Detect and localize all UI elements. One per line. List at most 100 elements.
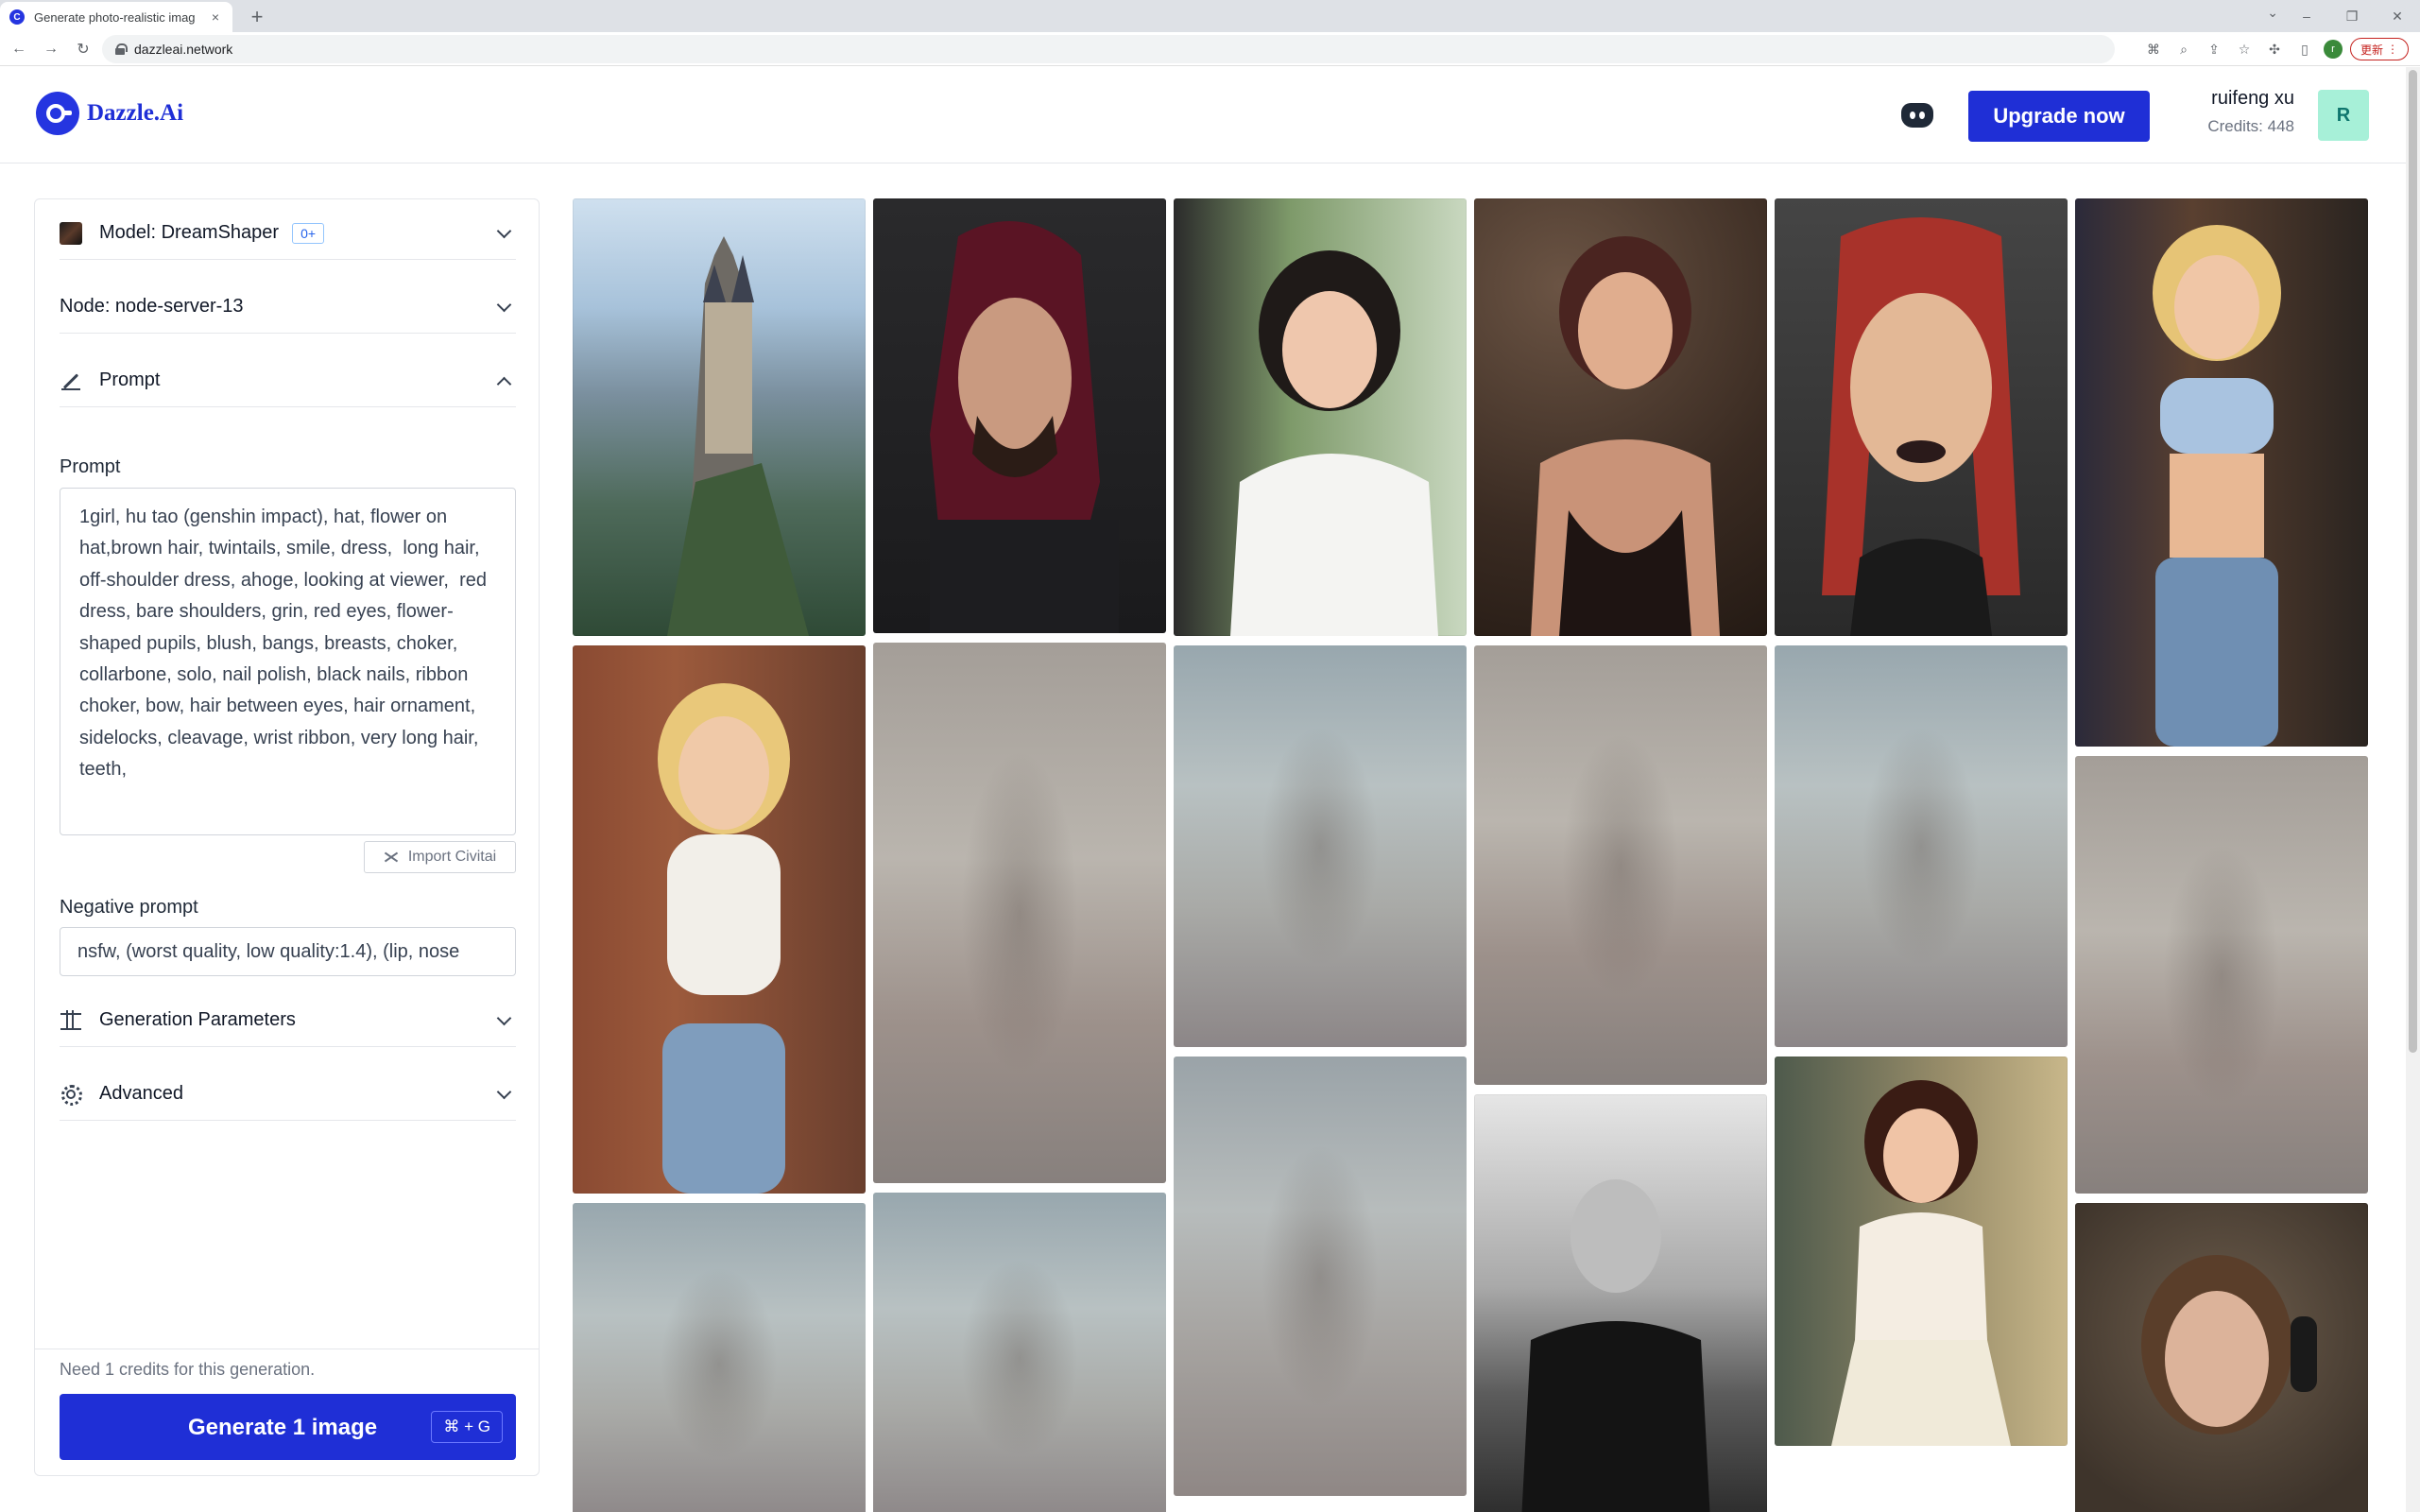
man-figure xyxy=(930,221,1119,633)
chevron-down-icon[interactable] xyxy=(493,1009,516,1032)
woman-figure xyxy=(2141,1255,2317,1435)
zoom-icon[interactable]: ⌕ xyxy=(2172,38,2195,60)
avatar[interactable]: R xyxy=(2318,90,2369,141)
more-icon: ⋮ xyxy=(2387,43,2398,56)
tab-title: Generate photo-realistic imag xyxy=(34,9,196,25)
browser-tabstrip: C Generate photo-realistic imag × + ⌄ – … xyxy=(0,0,2420,32)
browser-toolbar: ← → ↻ dazzleai.network ⌘ ⌕ ⇪ ☆ ✣ ▯ r 更新 ⋮ xyxy=(0,32,2420,66)
red-haired-man-image[interactable] xyxy=(873,198,1166,633)
upgrade-button[interactable]: Upgrade now xyxy=(1968,91,2150,142)
negative-prompt-input[interactable] xyxy=(60,927,516,976)
woman-figure xyxy=(658,683,790,1194)
address-bar[interactable]: dazzleai.network xyxy=(102,35,2115,63)
profile-icon[interactable]: r xyxy=(2323,40,2343,59)
blurred-image[interactable] xyxy=(2075,756,2368,1194)
translate-icon[interactable]: ⌘ xyxy=(2142,38,2165,60)
discord-icon[interactable] xyxy=(1901,103,1933,128)
model-selector[interactable]: Model: DreamShaper 0+ xyxy=(60,207,516,260)
blurred-image[interactable] xyxy=(1775,645,2068,1047)
generation-parameters-label: Generation Parameters xyxy=(99,1009,296,1030)
bookmark-star-icon[interactable]: ☆ xyxy=(2233,38,2256,60)
chevron-down-icon[interactable] xyxy=(493,1083,516,1106)
castle-illustration xyxy=(667,236,809,636)
chevron-down-icon[interactable] xyxy=(493,296,516,318)
blurred-image[interactable] xyxy=(873,643,1166,1183)
dazzle-logo-icon xyxy=(36,92,79,135)
blurred-image[interactable] xyxy=(1474,645,1767,1085)
chevron-up-icon[interactable] xyxy=(493,369,516,392)
scrollbar-thumb[interactable] xyxy=(2409,70,2417,1053)
woman-figure xyxy=(2153,225,2281,747)
blurred-image[interactable] xyxy=(573,1203,866,1512)
import-civitai-button[interactable]: Import Civitai xyxy=(364,841,516,873)
reload-icon[interactable]: ↻ xyxy=(70,36,96,62)
generation-parameters-section[interactable]: Generation Parameters xyxy=(60,994,516,1047)
share-icon[interactable]: ⇪ xyxy=(2203,38,2225,60)
credits-note: Need 1 credits for this generation. xyxy=(60,1360,316,1379)
sliders-icon xyxy=(60,1009,82,1032)
update-button[interactable]: 更新 ⋮ xyxy=(2349,38,2409,60)
prompt-field-label: Prompt xyxy=(60,456,121,477)
credits-count: Credits: 448 xyxy=(2207,117,2294,135)
generation-panel: Model: DreamShaper 0+ Node: node-server-… xyxy=(34,198,540,1476)
blurred-image[interactable] xyxy=(1174,645,1467,1047)
app-header: Dazzle.Ai Upgrade now ruifeng xu Credits… xyxy=(0,67,2406,163)
castle-image[interactable] xyxy=(573,198,866,636)
new-tab-button[interactable]: + xyxy=(244,4,270,30)
import-civitai-label: Import Civitai xyxy=(407,849,497,865)
user-name: ruifeng xu xyxy=(2211,88,2294,109)
bald-man-beach-image[interactable] xyxy=(1474,1094,1767,1512)
prompt-section-header[interactable]: Prompt xyxy=(60,354,516,407)
browser-extensions: ⌘ ⌕ ⇪ ☆ ✣ ▯ r 更新 ⋮ xyxy=(2142,35,2409,63)
prompt-textarea[interactable]: 1girl, hu tao (genshin impact), hat, flo… xyxy=(60,488,516,835)
blurred-image[interactable] xyxy=(1174,1057,1467,1496)
blonde-street-woman-image[interactable] xyxy=(2075,198,2368,747)
minimize-icon[interactable]: – xyxy=(2284,0,2329,32)
blonde-brick-wall-woman-image[interactable] xyxy=(573,645,866,1194)
lock-icon[interactable] xyxy=(115,43,128,55)
man-figure xyxy=(1521,1179,1710,1512)
negative-prompt-label: Negative prompt xyxy=(60,897,198,918)
window-controls: – ❐ ✕ xyxy=(2284,0,2420,32)
model-selector-label: Model: DreamShaper 0+ xyxy=(99,222,493,244)
browser-tab[interactable]: C Generate photo-realistic imag × xyxy=(0,2,232,32)
woman-figure xyxy=(1831,1080,2011,1446)
pinup-woman-image[interactable] xyxy=(1775,1057,2068,1446)
woman-figure xyxy=(1531,236,1720,636)
woman-figure xyxy=(1230,250,1438,636)
red-hair-portrait-image[interactable] xyxy=(1775,198,2068,636)
extensions-puzzle-icon[interactable]: ✣ xyxy=(2263,38,2286,60)
side-panel-icon[interactable]: ▯ xyxy=(2293,38,2316,60)
dazzle-favicon-icon: C xyxy=(9,9,25,25)
shortcut-badge: ⌘ + G xyxy=(431,1411,503,1443)
headphones-woman-image[interactable] xyxy=(2075,1203,2368,1512)
logo-text: Dazzle.Ai xyxy=(87,100,184,126)
braided-woman-image[interactable] xyxy=(1474,198,1767,636)
restore-icon[interactable]: ❐ xyxy=(2329,0,2375,32)
tab-search-icon[interactable]: ⌄ xyxy=(2267,5,2278,21)
model-name: Model: DreamShaper xyxy=(99,222,280,243)
gear-icon xyxy=(60,1083,82,1106)
model-rating-badge: 0+ xyxy=(292,222,325,244)
image-gallery xyxy=(573,198,2368,1512)
advanced-section[interactable]: Advanced xyxy=(60,1068,516,1121)
back-icon[interactable]: ← xyxy=(6,36,32,62)
url-text: dazzleai.network xyxy=(134,42,233,57)
user-info: ruifeng xu Credits: 448 xyxy=(2183,88,2294,136)
pencil-icon xyxy=(60,369,82,392)
forward-icon[interactable]: → xyxy=(38,36,64,62)
generate-button[interactable]: Generate 1 image ⌘ + G xyxy=(60,1394,516,1460)
node-selector[interactable]: Node: node-server-13 xyxy=(60,281,516,334)
close-window-icon[interactable]: ✕ xyxy=(2375,0,2420,32)
car-woman-image[interactable] xyxy=(1174,198,1467,636)
update-label: 更新 xyxy=(2360,43,2383,57)
node-label: Node: node-server-13 xyxy=(60,296,244,317)
close-tab-icon[interactable]: × xyxy=(208,9,223,25)
model-thumbnail-icon xyxy=(60,221,82,245)
woman-figure xyxy=(1822,217,2020,636)
prompt-section-label: Prompt xyxy=(99,369,161,390)
shuffle-icon xyxy=(384,850,399,864)
chevron-down-icon[interactable] xyxy=(493,222,516,245)
logo[interactable]: Dazzle.Ai xyxy=(36,92,183,135)
blurred-image[interactable] xyxy=(873,1193,1166,1512)
